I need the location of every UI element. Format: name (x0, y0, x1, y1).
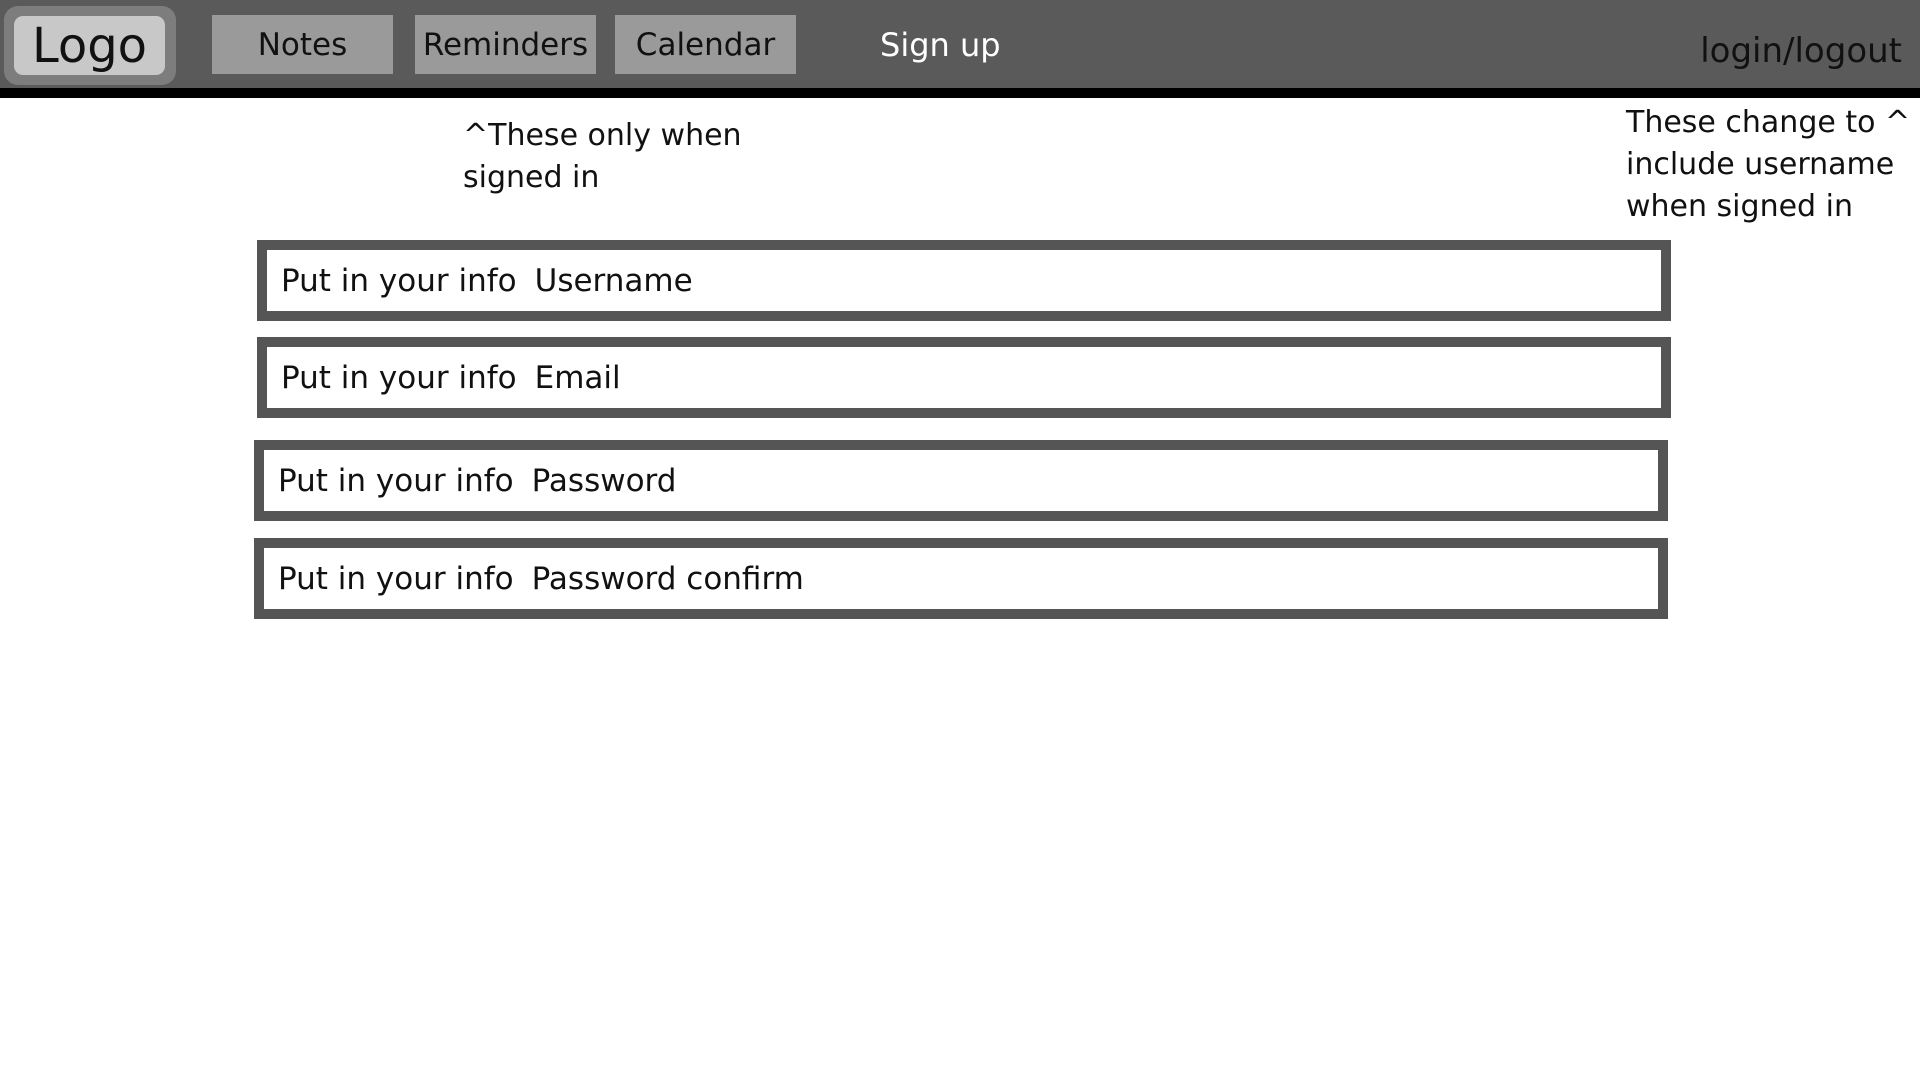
password-input[interactable] (531, 455, 1658, 506)
nav-notes-button[interactable]: Notes (212, 15, 393, 74)
username-change-note: These change to ^ include username when … (1626, 102, 1916, 228)
nav-reminders-button[interactable]: Reminders (415, 15, 596, 74)
top-navigation-bar: Logo Notes Reminders Calendar Sign up lo… (0, 0, 1920, 88)
password-field-label: Put in your info (278, 462, 514, 499)
password-confirm-field-row: Put in your info (254, 538, 1668, 619)
email-input[interactable] (534, 352, 1661, 403)
header-divider (0, 88, 1920, 98)
email-field-label: Put in your info (281, 359, 517, 396)
note-line: ^These only when (463, 118, 742, 153)
note-line: include username (1626, 147, 1895, 182)
note-line: These change to ^ (1626, 105, 1911, 140)
note-line: when signed in (1626, 189, 1853, 224)
username-input[interactable] (534, 255, 1661, 306)
password-confirm-field-label: Put in your info (278, 560, 514, 597)
email-field-row: Put in your info (257, 337, 1671, 418)
logo-container[interactable]: Logo (4, 6, 176, 85)
note-line: signed in (463, 160, 600, 195)
logo[interactable]: Logo (14, 16, 165, 75)
nav-calendar-button[interactable]: Calendar (615, 15, 796, 74)
password-field-row: Put in your info (254, 440, 1668, 521)
password-confirm-input[interactable] (531, 553, 1658, 604)
signed-in-only-note: ^These only when signed in (463, 115, 783, 199)
username-field-label: Put in your info (281, 262, 517, 299)
login-logout-link[interactable]: login/logout (1700, 26, 1902, 76)
signup-link[interactable]: Sign up (880, 20, 1001, 70)
username-field-row: Put in your info (257, 240, 1671, 321)
